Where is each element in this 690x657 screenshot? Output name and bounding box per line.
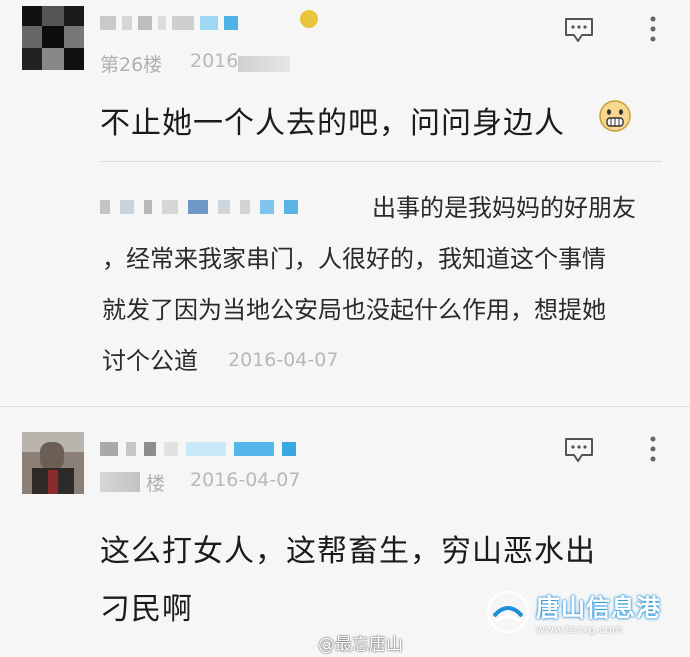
- username-blurred[interactable]: [100, 438, 296, 460]
- reply-comment-icon[interactable]: [563, 437, 595, 463]
- weibo-watermark: @最忘唐山: [318, 635, 403, 655]
- reply-text-line4: 讨个公道: [102, 347, 198, 375]
- reply-text-line1: 出事的是我妈妈的好朋友: [372, 194, 636, 222]
- reply-username-blurred[interactable]: [100, 196, 298, 218]
- reply-text-line3: 就发了因为当地公安局也没起什么作用，想提她: [102, 296, 606, 324]
- username-blurred[interactable]: [100, 12, 238, 34]
- comment-text-line1: 这么打女人，这帮畜生，穷山恶水出: [100, 534, 596, 569]
- reply-text-line2: ，经常来我家串门，人很好的，我知道这个事情: [102, 245, 606, 273]
- more-options-icon[interactable]: [643, 14, 663, 44]
- comment-text: 不止她一个人去的吧，问问身边人: [100, 106, 565, 141]
- reply-comment-icon[interactable]: [563, 17, 595, 43]
- comment-text-line2: 刁民啊: [100, 592, 193, 627]
- avatar[interactable]: [22, 6, 84, 70]
- more-options-icon[interactable]: [643, 434, 663, 464]
- comment-date-partial: 2016: [190, 50, 239, 72]
- harbor-logo-icon: [486, 590, 530, 634]
- comment-date: 2016-04-07: [190, 469, 301, 491]
- divider: [100, 161, 662, 162]
- floor-number: 第26楼: [100, 54, 163, 76]
- date-blur: [238, 56, 290, 72]
- vip-badge-icon: [300, 10, 318, 28]
- floor-number: 楼: [146, 473, 166, 495]
- section-divider: [0, 406, 690, 407]
- floor-blur: [100, 472, 140, 492]
- reply-date: 2016-04-07: [228, 349, 339, 371]
- grimace-emoji-icon: [598, 99, 632, 133]
- site-logo: 唐山信息港 www.tsxxg.com: [486, 588, 661, 636]
- logo-url: www.tsxxg.com: [536, 623, 623, 636]
- avatar[interactable]: [22, 432, 84, 494]
- logo-text: 唐山信息港: [536, 594, 661, 622]
